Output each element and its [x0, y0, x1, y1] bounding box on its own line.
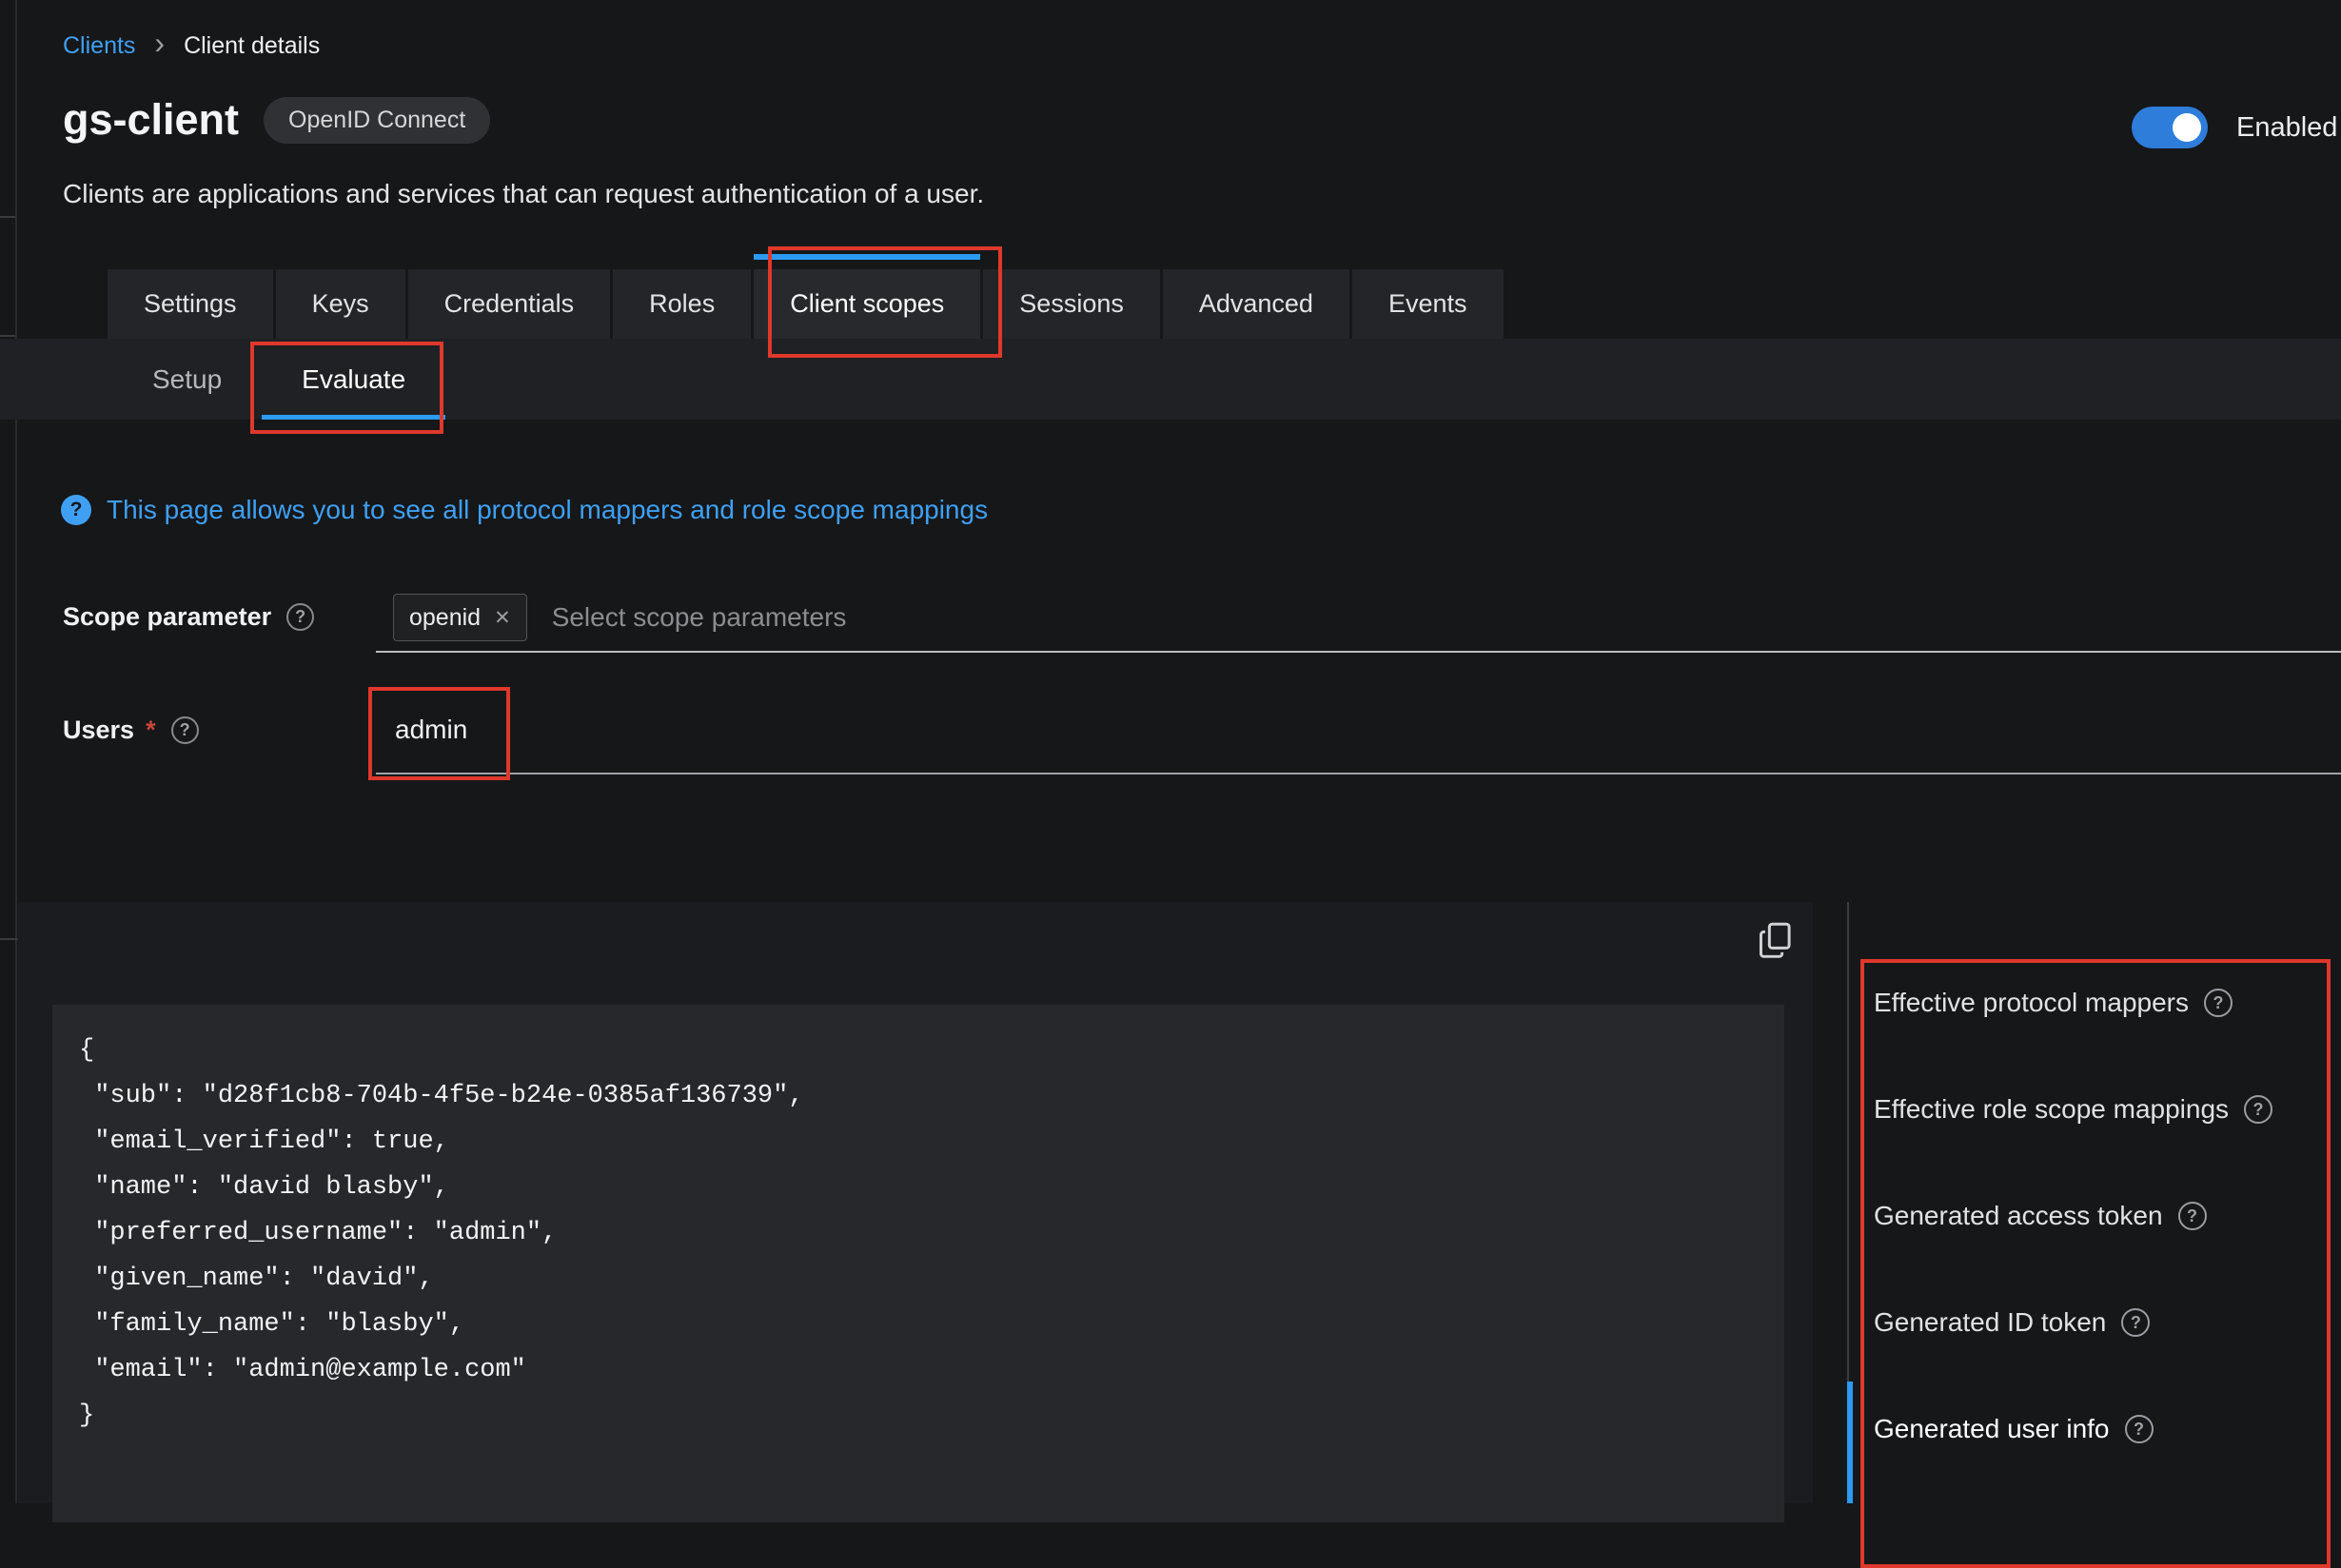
tab-client-scopes[interactable]: Client scopes: [754, 269, 980, 339]
tab-roles[interactable]: Roles: [613, 269, 751, 339]
required-marker: *: [146, 715, 156, 745]
scope-parameter-help-icon[interactable]: ?: [286, 603, 314, 631]
tab-credentials[interactable]: Credentials: [408, 269, 611, 339]
scope-chip-openid: openid ✕: [393, 594, 527, 641]
client-description: Clients are applications and services th…: [63, 179, 984, 209]
help-icon[interactable]: ?: [2121, 1308, 2150, 1337]
help-icon[interactable]: ?: [2178, 1202, 2207, 1230]
help-icon[interactable]: ?: [2125, 1415, 2154, 1443]
json-line: "email_verified": true,: [79, 1119, 1758, 1165]
enabled-toggle-group: Enabled: [2132, 107, 2337, 148]
help-icon[interactable]: ?: [2204, 989, 2233, 1017]
page-title: gs-client: [63, 95, 239, 145]
menu-item-label: Effective protocol mappers: [1874, 988, 2189, 1018]
left-rail-divider: [0, 216, 15, 218]
json-line: "family_name": "blasby",: [79, 1302, 1758, 1347]
json-line: "sub": "d28f1cb8-704b-4f5e-b24e-0385af13…: [79, 1073, 1758, 1119]
json-line: "given_name": "david",: [79, 1256, 1758, 1302]
tab-events[interactable]: Events: [1352, 269, 1504, 339]
left-rail-border: [15, 0, 17, 1503]
users-input[interactable]: admin: [376, 687, 2341, 774]
menu-item-generated-user-info[interactable]: Generated user info ?: [1849, 1376, 2341, 1482]
chip-remove-icon[interactable]: ✕: [494, 606, 511, 630]
help-circle-icon: ?: [61, 495, 91, 525]
tab-sessions[interactable]: Sessions: [983, 269, 1160, 339]
breadcrumb-clients-link[interactable]: Clients: [63, 32, 135, 60]
evaluate-result-menu: Effective protocol mappers ? Effective r…: [1849, 950, 2341, 1482]
menu-item-label: Generated access token: [1874, 1201, 2163, 1231]
json-line: "name": "david blasby",: [79, 1165, 1758, 1210]
enabled-label: Enabled: [2236, 112, 2337, 144]
chip-label: openid: [409, 604, 481, 632]
scope-parameter-label-group: Scope parameter ?: [63, 602, 314, 632]
generated-user-info-json: { "sub": "d28f1cb8-704b-4f5e-b24e-0385af…: [52, 1005, 1784, 1522]
breadcrumb-current-page: Client details: [184, 32, 320, 60]
tab-settings[interactable]: Settings: [108, 269, 273, 339]
json-line: "email": "admin@example.com": [79, 1347, 1758, 1393]
json-line: {: [79, 1028, 1758, 1073]
scope-parameter-label: Scope parameter: [63, 602, 271, 632]
copy-icon[interactable]: [1756, 921, 1796, 961]
users-input-value: admin: [395, 715, 467, 745]
protocol-badge: OpenID Connect: [264, 97, 490, 144]
json-line: }: [79, 1393, 1758, 1439]
page-help-text: This page allows you to see all protocol…: [107, 495, 988, 525]
generated-user-info-panel: { "sub": "d28f1cb8-704b-4f5e-b24e-0385af…: [18, 902, 1813, 1503]
main-tabs: Settings Keys Credentials Roles Client s…: [108, 269, 1504, 339]
help-icon[interactable]: ?: [2244, 1095, 2272, 1124]
left-rail-divider: [0, 335, 15, 337]
users-label-group: Users * ?: [63, 715, 199, 745]
copy-icon-glyph: [1759, 922, 1793, 960]
enabled-toggle[interactable]: [2132, 107, 2208, 148]
menu-item-generated-access-token[interactable]: Generated access token ?: [1849, 1163, 2341, 1269]
users-label: Users: [63, 715, 134, 745]
json-line: "preferred_username": "admin",: [79, 1210, 1758, 1256]
page-help-link[interactable]: ? This page allows you to see all protoc…: [61, 495, 988, 525]
scope-parameter-placeholder: Select scope parameters: [552, 602, 847, 633]
active-menu-item-indicator: [1847, 1382, 1853, 1503]
tab-keys[interactable]: Keys: [276, 269, 405, 339]
breadcrumb: Clients › Client details: [63, 32, 320, 60]
scope-parameter-input[interactable]: openid ✕ Select scope parameters: [376, 584, 2341, 653]
menu-item-label: Generated ID token: [1874, 1307, 2106, 1338]
subtab-evaluate[interactable]: Evaluate: [262, 339, 445, 420]
chevron-right-icon: ›: [154, 31, 165, 55]
menu-item-effective-protocol-mappers[interactable]: Effective protocol mappers ?: [1849, 950, 2341, 1056]
client-scopes-subtabs: Setup Evaluate: [0, 339, 2341, 420]
menu-item-label: Generated user info: [1874, 1414, 2110, 1444]
users-help-icon[interactable]: ?: [171, 716, 199, 744]
page-header: gs-client OpenID Connect: [63, 95, 490, 145]
subtab-setup[interactable]: Setup: [112, 339, 262, 420]
tab-advanced[interactable]: Advanced: [1163, 269, 1349, 339]
client-details-screen: Clients › Client details gs-client OpenI…: [0, 0, 2341, 1503]
toggle-knob: [2173, 113, 2201, 142]
menu-item-effective-role-scope-mappings[interactable]: Effective role scope mappings ?: [1849, 1056, 2341, 1163]
menu-item-generated-id-token[interactable]: Generated ID token ?: [1849, 1269, 2341, 1376]
menu-item-label: Effective role scope mappings: [1874, 1094, 2229, 1125]
